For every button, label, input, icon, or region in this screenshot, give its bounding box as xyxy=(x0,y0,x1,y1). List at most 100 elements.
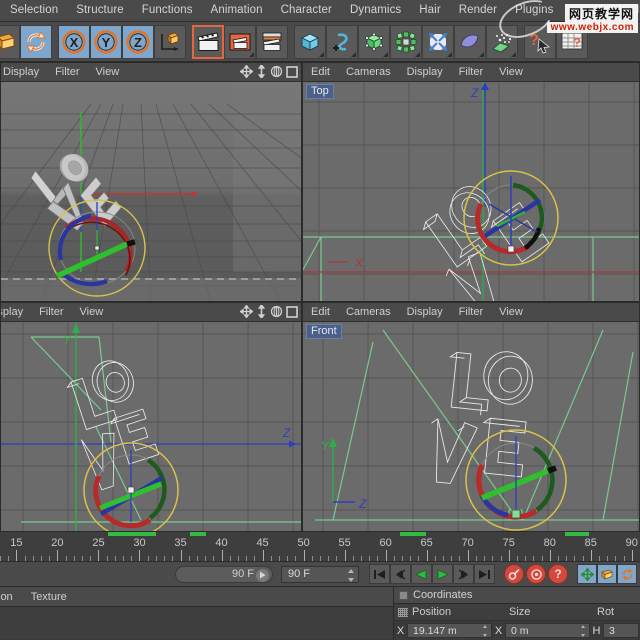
rotate-tool-button[interactable] xyxy=(20,24,52,59)
help-cursor-button[interactable]: ? xyxy=(524,24,556,59)
flyout-corner xyxy=(447,51,452,57)
spline-pen-icon xyxy=(333,32,348,51)
vp-right-menu-view[interactable]: View xyxy=(72,303,112,321)
menu-item-dynamics[interactable]: Dynamics xyxy=(341,0,410,21)
scale-tool-button[interactable] xyxy=(0,24,20,59)
pan-icon[interactable] xyxy=(240,65,253,78)
z-axis-lock-button[interactable]: Z xyxy=(122,24,154,59)
column-header-size: Size xyxy=(509,606,531,618)
dolly-icon[interactable] xyxy=(256,65,267,78)
vp-front-menu-cameras[interactable]: Cameras xyxy=(338,303,399,321)
vp-persp-menu-filter[interactable]: Filter xyxy=(47,63,87,81)
add-mograph-button[interactable] xyxy=(390,24,422,59)
add-particles-button[interactable] xyxy=(486,24,518,59)
size-x-field[interactable]: 0 m xyxy=(505,623,590,638)
material-menu-texture[interactable]: Texture xyxy=(22,591,76,603)
viewport-perspective[interactable]: Display Filter View xyxy=(0,62,302,302)
step-back-button[interactable] xyxy=(390,564,411,584)
current-frame-slider[interactable]: 90 F xyxy=(175,565,273,583)
add-generator-button[interactable] xyxy=(358,24,390,59)
maximize-icon[interactable] xyxy=(286,305,298,318)
play-triangle-icon xyxy=(260,571,266,579)
menu-item-structure[interactable]: Structure xyxy=(67,0,133,21)
viewport-perspective-nav-icons xyxy=(240,65,298,78)
vp-right-menu-filter[interactable]: Filter xyxy=(31,303,71,321)
viewport-top-canvas[interactable]: Top Z X xyxy=(303,82,639,301)
vp-top-menu-view[interactable]: View xyxy=(491,63,531,81)
viewport-right-header: Display Filter View xyxy=(1,303,301,322)
viewport-top[interactable]: Edit Cameras Display Filter View Top Z X xyxy=(302,62,640,302)
keyframe-selection-button[interactable]: ? xyxy=(548,564,568,584)
viewport-right-canvas[interactable]: Z Y xyxy=(1,322,301,531)
slider-knob[interactable] xyxy=(256,568,269,582)
vp-front-menu-edit[interactable]: Edit xyxy=(303,303,338,321)
perspective-scene xyxy=(1,82,301,301)
right-scene: Z Y xyxy=(1,322,301,531)
viewport-front-canvas[interactable]: Front Y Z xyxy=(303,322,639,531)
position-key-toggle[interactable] xyxy=(577,564,597,584)
autokeying-button[interactable] xyxy=(526,564,546,584)
add-spline-button[interactable] xyxy=(326,24,358,59)
play-reverse-button[interactable] xyxy=(411,564,432,584)
vp-persp-menu-display[interactable]: Display xyxy=(1,63,47,81)
rotation-h-field[interactable]: 3 xyxy=(603,623,639,638)
pan-icon[interactable] xyxy=(240,305,253,318)
vp-top-menu-cameras[interactable]: Cameras xyxy=(338,63,399,81)
size-x-spinner[interactable] xyxy=(580,625,586,637)
menu-item-character[interactable]: Character xyxy=(272,0,341,21)
rotate-view-icon[interactable] xyxy=(270,305,283,318)
vp-front-menu-filter[interactable]: Filter xyxy=(451,303,491,321)
add-primitive-cube-button[interactable] xyxy=(294,24,326,59)
drag-grip-icon[interactable] xyxy=(398,607,408,617)
step-forward-button[interactable] xyxy=(453,564,474,584)
timeline-frame-number: 90 xyxy=(625,537,638,549)
vp-front-menu-view[interactable]: View xyxy=(491,303,531,321)
timeline-ruler[interactable]: 15 20 25 30 35 40 45 50 55 60 65 70 75 80 85 90 xyxy=(0,531,640,561)
render-view-button[interactable] xyxy=(192,24,224,59)
y-axis-lock-button[interactable]: Y xyxy=(90,24,122,59)
rotate-view-icon[interactable] xyxy=(270,65,283,78)
menu-item-functions[interactable]: Functions xyxy=(133,0,202,21)
vp-front-menu-display[interactable]: Display xyxy=(399,303,451,321)
coordinates-titlebar: Coordinates xyxy=(394,587,640,604)
menu-item-selection[interactable]: Selection xyxy=(0,0,67,21)
x-axis-lock-button[interactable]: X xyxy=(58,24,90,59)
menu-item-render[interactable]: Render xyxy=(450,0,506,21)
vp-right-menu-display[interactable]: Display xyxy=(1,303,31,321)
viewport-right-nav-icons xyxy=(240,305,298,318)
viewport-front[interactable]: Edit Cameras Display Filter View Front Y… xyxy=(302,302,640,532)
menu-item-animation[interactable]: Animation xyxy=(202,0,272,21)
add-deformer-button[interactable] xyxy=(422,24,454,59)
position-x-field[interactable]: 19.147 m xyxy=(407,623,492,638)
record-keyframe-button[interactable] xyxy=(504,564,524,584)
add-scene-object-button[interactable] xyxy=(454,24,486,59)
vp-persp-menu-view[interactable]: View xyxy=(88,63,128,81)
menu-item-window[interactable]: Window xyxy=(563,0,623,21)
coordinate-system-toggle-button[interactable] xyxy=(154,24,186,59)
go-to-start-button[interactable] xyxy=(369,564,390,584)
menu-item-hair[interactable]: Hair xyxy=(410,0,450,21)
vp-top-menu-display[interactable]: Display xyxy=(399,63,451,81)
coordinates-column-headers: Position Size Rot xyxy=(394,604,640,621)
position-x-spinner[interactable] xyxy=(482,625,488,637)
play-button[interactable] xyxy=(432,564,453,584)
vp-top-menu-filter[interactable]: Filter xyxy=(451,63,491,81)
render-settings-button[interactable] xyxy=(256,24,288,59)
go-to-end-button[interactable] xyxy=(474,564,495,584)
viewport-perspective-canvas[interactable] xyxy=(1,82,301,301)
end-frame-field[interactable]: 90 F xyxy=(281,565,359,583)
material-menu-function[interactable]: ion xyxy=(0,591,22,603)
menu-item-help[interactable]: Help xyxy=(622,0,640,21)
material-manager-body[interactable] xyxy=(0,607,393,639)
end-frame-spinner[interactable] xyxy=(347,568,354,582)
render-region-button[interactable] xyxy=(224,24,256,59)
rotation-key-toggle[interactable] xyxy=(617,564,637,584)
maximize-icon[interactable] xyxy=(286,65,298,78)
svg-text:Z: Z xyxy=(282,426,291,440)
vp-top-menu-edit[interactable]: Edit xyxy=(303,63,338,81)
dolly-icon[interactable] xyxy=(256,305,267,318)
content-browser-button[interactable]: ? xyxy=(556,24,588,59)
scale-key-toggle[interactable] xyxy=(597,564,617,584)
viewport-right[interactable]: Display Filter View xyxy=(0,302,302,532)
menu-item-plugins[interactable]: Plugins xyxy=(506,0,562,21)
